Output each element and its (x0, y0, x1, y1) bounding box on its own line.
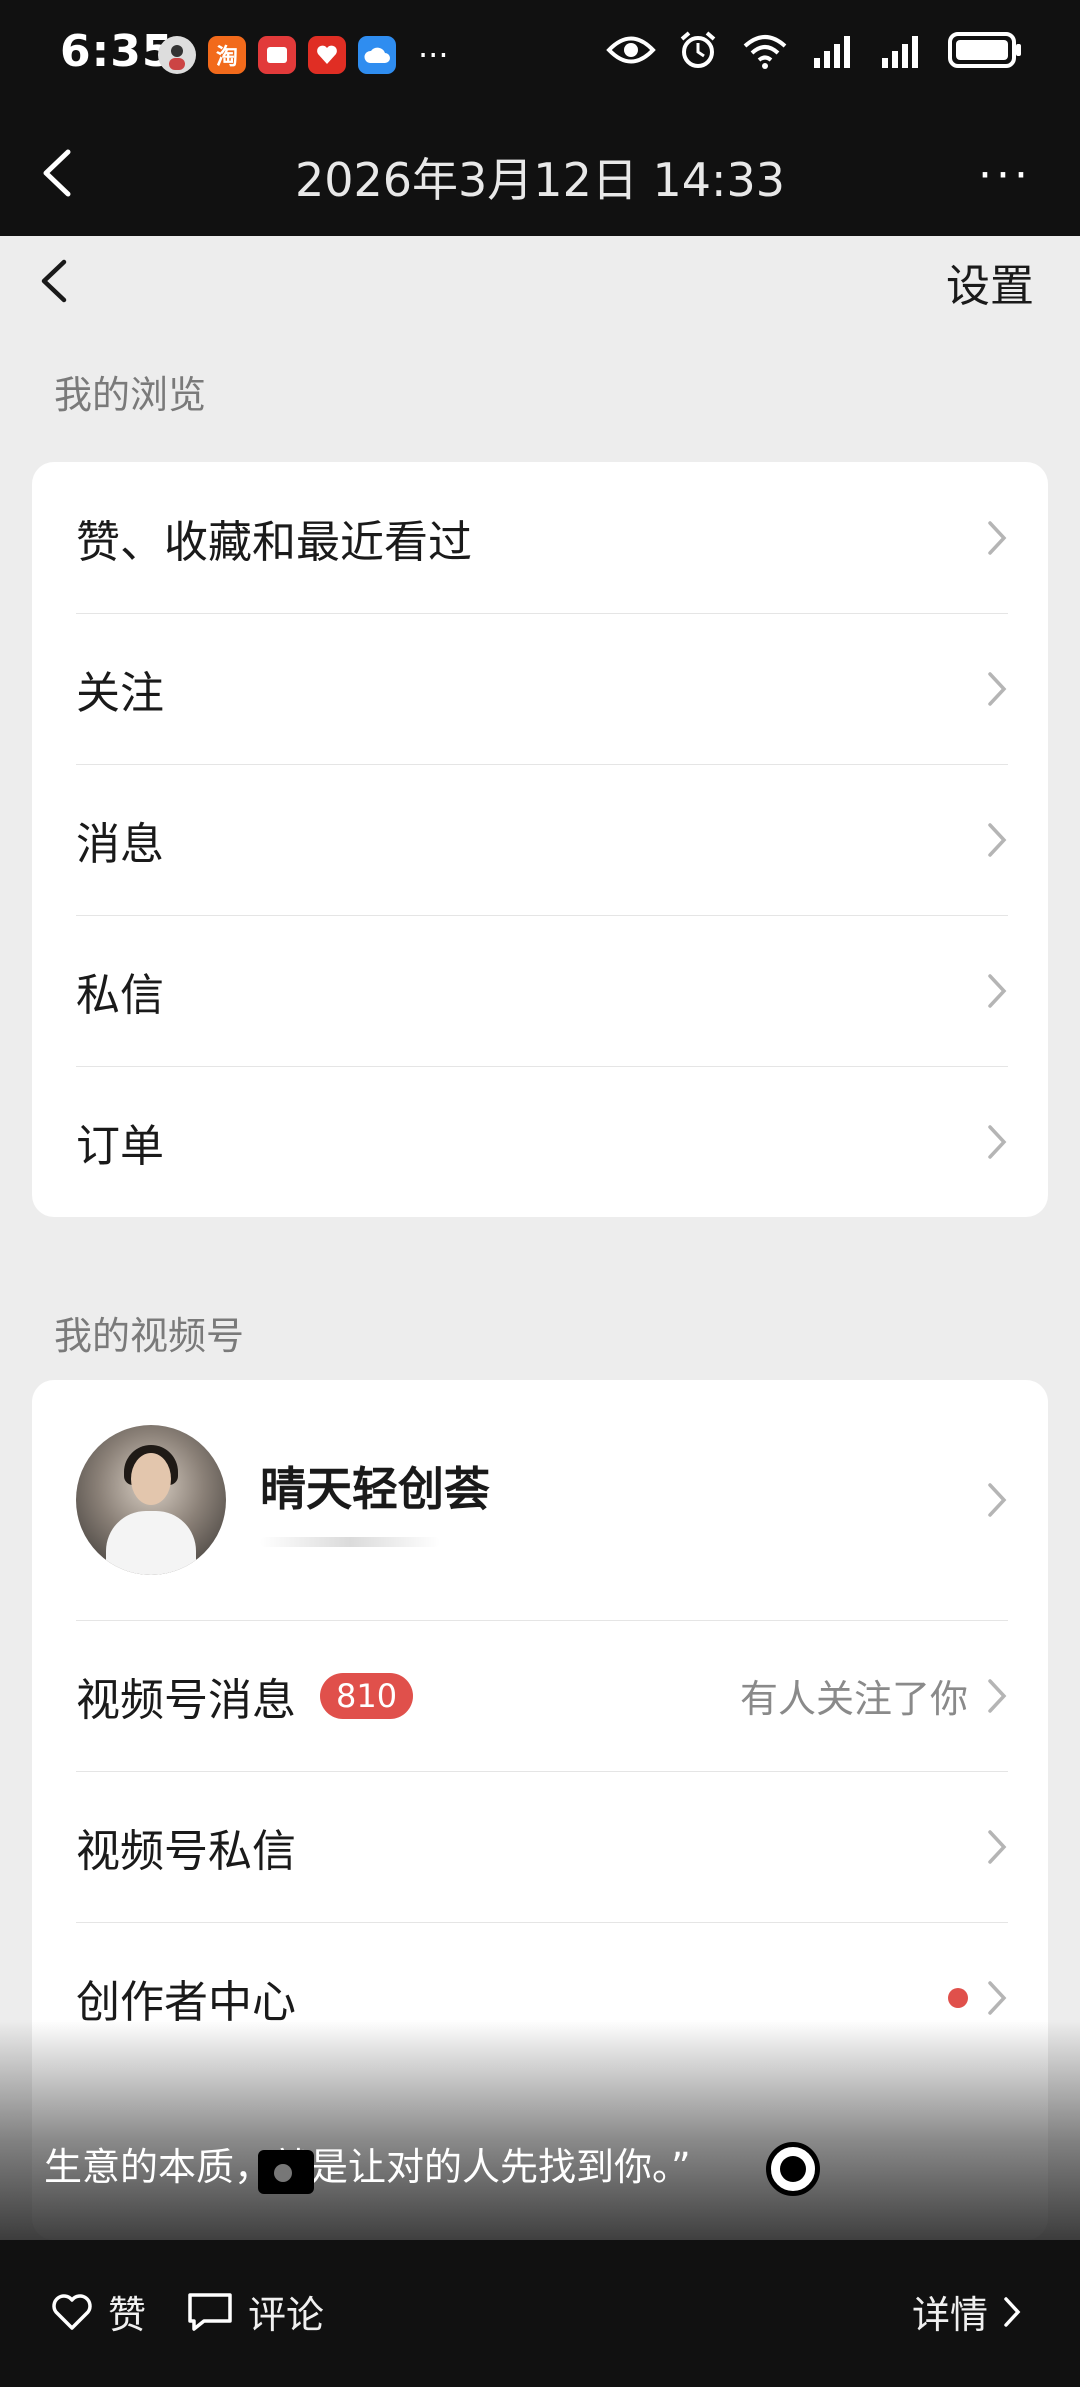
system-icons (606, 30, 1022, 70)
comment-label: 评论 (248, 2293, 325, 2337)
camera-icon (258, 2150, 314, 2194)
status-time: 6:35 (60, 26, 174, 77)
chevron-right-icon (1004, 2296, 1021, 2327)
chevron-right-icon (988, 822, 1007, 857)
list-item-label: 订单 (76, 1120, 164, 1172)
chevron-right-icon (988, 1678, 1007, 1713)
viewer-header: 2026年3月12日 14:33 ··· (0, 110, 1080, 236)
list-item-messages[interactable]: 消息 (32, 764, 1048, 915)
list-item-label: 关注 (76, 667, 164, 719)
details-label: 详情 (911, 2293, 988, 2337)
chevron-right-icon (988, 1829, 1007, 1864)
list-item-following[interactable]: 关注 (32, 613, 1048, 764)
settings-link[interactable]: 设置 (946, 250, 1034, 314)
more-options-icon[interactable]: ··· (978, 150, 1032, 201)
notification-dot (948, 1987, 968, 2008)
post-timestamp: 2026年3月12日 14:33 (294, 153, 786, 207)
bottom-action-bar: 赞 评论 详情 (0, 2240, 1080, 2387)
signal-icon (814, 36, 850, 68)
wifi-icon (743, 35, 787, 69)
list-item-private-messages[interactable]: 私信 (32, 915, 1048, 1066)
list-item-channel-messages[interactable]: 视频号消息 810 有人关注了你 (32, 1620, 1048, 1771)
eye-icon (606, 36, 656, 64)
like-label: 赞 (108, 2293, 147, 2337)
inner-nav-bar: 设置 (0, 236, 1080, 326)
caption-gradient (0, 2020, 1080, 2240)
browse-section-label: 我的浏览 (54, 373, 207, 417)
list-item-label: 消息 (76, 818, 164, 870)
chevron-right-icon (988, 973, 1007, 1008)
avatar (76, 1425, 226, 1575)
inner-back-icon[interactable] (36, 254, 72, 308)
chevron-right-icon (988, 1124, 1007, 1159)
chevron-right-icon (988, 1483, 1007, 1517)
chevron-right-icon (988, 671, 1007, 706)
signal-icon-2 (882, 36, 918, 68)
channel-name: 晴天轻创荟 (260, 1462, 490, 1516)
cloud-icon (358, 36, 396, 74)
browse-card: 赞、收藏和最近看过 关注 消息 私信 订单 (32, 462, 1048, 1217)
messages-hint: 有人关注了你 (739, 1677, 968, 1721)
video-caption: 生意的本质，就是让对的人先找到你。” (44, 2145, 691, 2189)
taobao-icon: 淘 (208, 36, 246, 74)
list-item-label: 视频号消息 (76, 1674, 296, 1726)
battery-icon (948, 32, 1021, 68)
profile-info: 晴天轻创荟 (260, 1453, 986, 1547)
avatar-app-icon (158, 36, 196, 74)
comment-button[interactable]: 评论 (186, 2284, 324, 2339)
more-notifications-icon: ··· (418, 36, 449, 74)
list-item-likes-favorites[interactable]: 赞、收藏和最近看过 (32, 462, 1048, 613)
reader-icon (258, 36, 296, 74)
list-item-label: 赞、收藏和最近看过 (76, 516, 472, 568)
status-bar: 6:35 淘 ··· (0, 0, 1080, 110)
heart-icon (52, 2293, 92, 2330)
channel-profile-row[interactable]: 晴天轻创荟 (32, 1380, 1048, 1620)
channels-section-label: 我的视频号 (54, 1314, 245, 1358)
pinduoduo-icon (308, 36, 346, 74)
chevron-right-icon (988, 1980, 1007, 2015)
chevron-right-icon (988, 520, 1007, 555)
record-icon[interactable] (766, 2142, 820, 2196)
list-item-label: 视频号私信 (76, 1825, 296, 1877)
comment-icon (188, 2292, 232, 2331)
notification-icons: 淘 ··· (158, 36, 449, 74)
list-item-orders[interactable]: 订单 (32, 1066, 1048, 1217)
blurred-subtitle (260, 1537, 440, 1547)
list-item-label: 私信 (76, 969, 164, 1021)
like-button[interactable]: 赞 (50, 2284, 146, 2339)
details-button[interactable]: 详情 (912, 2284, 1036, 2339)
alarm-icon (680, 31, 716, 68)
unread-badge: 810 (320, 1672, 414, 1719)
list-item-channel-private[interactable]: 视频号私信 (32, 1771, 1048, 1922)
